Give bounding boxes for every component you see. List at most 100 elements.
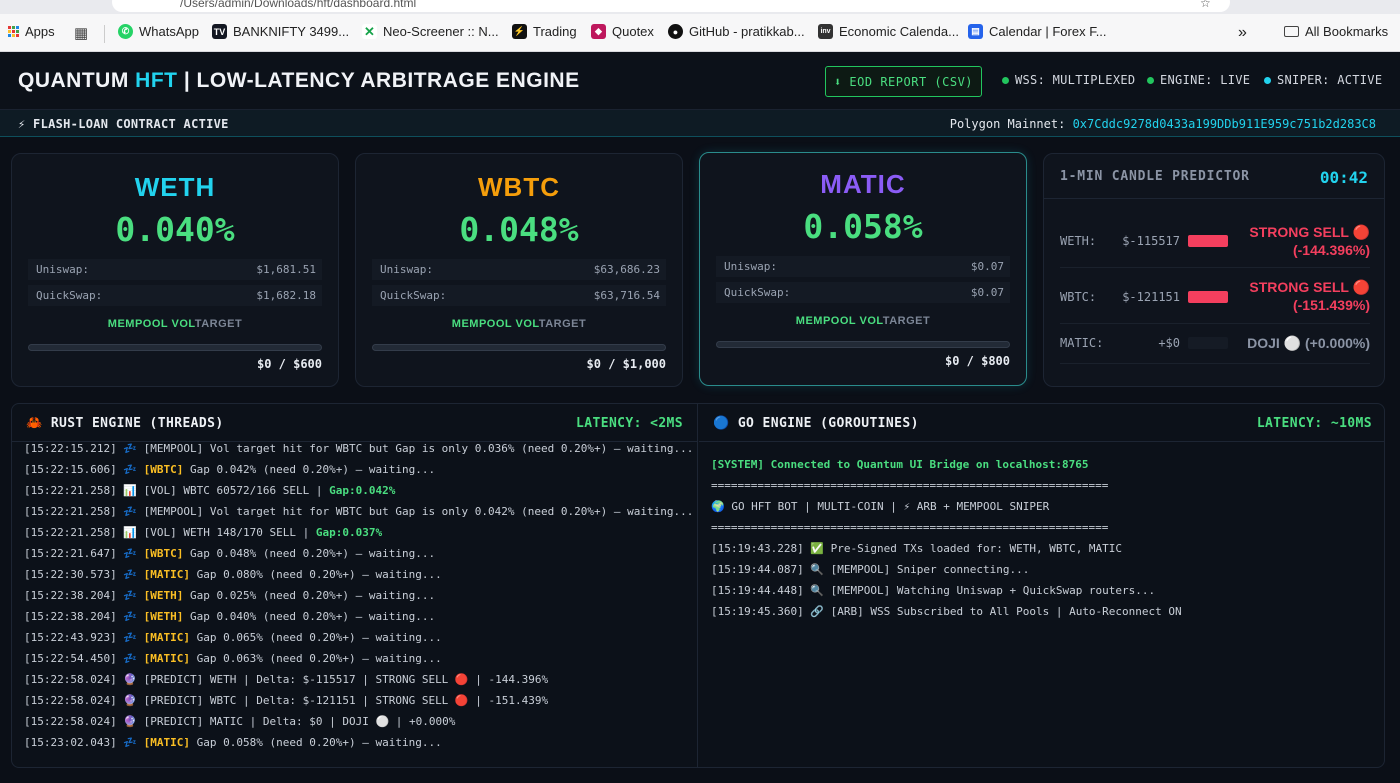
bookmarks-overflow-button[interactable]: » [1238,24,1247,42]
bookmark-label: WhatsApp [139,24,199,39]
panel-title: 🦀 RUST ENGINE (THREADS) [26,416,224,431]
quickswap-price-row: QuickSwap: $0.07 [716,282,1010,303]
eod-report-button[interactable]: ⬇ EOD REPORT (CSV) [825,66,982,97]
status-dot-icon [1264,76,1271,84]
quotex-icon: ◆ [591,24,606,39]
status-dot-icon [1147,76,1154,84]
rust-engine-panel: 🦀 RUST ENGINE (THREADS) LATENCY: <2MS [1… [12,404,698,767]
coin-name: WBTC [478,172,560,202]
page-title: QUANTUM HFT | LOW-LATENCY ARBITRAGE ENGI… [18,69,580,93]
bookmark-label: BANKNIFTY 3499... [233,24,350,39]
latency-label: LATENCY: <2MS [576,416,683,431]
log-line-rule: ========================================… [711,521,1109,534]
folder-icon [1284,26,1299,37]
subtitle: | LOW-LATENCY ARBITRAGE ENGINE [183,69,580,92]
bookmark-label: Economic Calenda... [839,24,959,39]
bookmark-banknifty[interactable]: TV BANKNIFTY 3499... [212,24,349,39]
predictor-timer: 00:42 [1319,168,1368,187]
bookmark-label: Apps [25,24,55,39]
panel-header: 🦀 RUST ENGINE (THREADS) LATENCY: <2MS [12,404,697,442]
bookmark-label: Calendar | Forex F... [989,24,1107,39]
whatsapp-icon: ✆ [118,24,133,39]
bookmark-whatsapp[interactable]: ✆ WhatsApp [118,24,199,39]
grid-icon[interactable]: ▦ [74,24,88,42]
quickswap-price-row: QuickSwap: $63,716.54 [372,285,666,306]
brand-accent: HFT [135,69,178,92]
delta-value: +$0 [1158,336,1180,350]
signal-text: STRONG SELL 🔴 (-144.396%) [1249,224,1370,258]
signal-text: STRONG SELL 🔴 (-151.439%) [1249,279,1370,313]
spread-percent: 0.058% [803,207,923,246]
bookmark-forex-calendar[interactable]: ▤ Calendar | Forex F... [968,24,1107,39]
mempool-progress-bar [716,341,1010,348]
divider [104,25,105,43]
log-line: [15:19:44.448] 🔍 [MEMPOOL] Watching Unis… [711,584,1156,597]
bookmark-neo-screener[interactable]: ✕ Neo-Screener :: N... [362,24,499,39]
all-bookmarks-label: All Bookmarks [1305,24,1389,39]
predictor-title: 1-MIN CANDLE PREDICTOR [1060,169,1250,184]
x-icon: ✕ [362,24,377,39]
uniswap-price-row: Uniswap: $63,686.23 [372,259,666,280]
all-bookmarks-button[interactable]: All Bookmarks [1284,24,1388,39]
log-line: [15:22:58.024] 🔮 [PREDICT] WETH | Delta:… [24,673,549,686]
coin-card-weth: WETH 0.040% Uniswap: $1,681.51 QuickSwap:… [11,153,339,387]
star-icon[interactable]: ☆ [1200,0,1211,10]
network-label: Polygon Mainnet: [949,117,1066,131]
signal-text: DOJI ⚪ (+0.000%) [1247,335,1370,351]
log-line-banner: 🌍 GO HFT BOT | MULTI-COIN | ⚡ ARB + MEMP… [711,500,1050,513]
predictor-row-wbtc: WBTC: $-121151 STRONG SELL 🔴 (-151.439%) [1060,270,1370,324]
log-line: [15:22:38.204] 💤 [WETH] Gap 0.025% (need… [24,589,436,602]
browser-address-bar[interactable]: /Users/admin/Downloads/hft/dashboard.htm… [0,0,1400,14]
bookmark-label: Quotex [612,24,654,39]
log-line: [15:22:15.212] 💤 [MEMPOOL] Vol target hi… [24,442,691,455]
quickswap-price-row: QuickSwap: $1,682.18 [28,285,322,306]
bookmark-label: GitHub - pratikkab... [689,24,805,39]
mempool-vol-label: MEMPOOL VOLTARGET [107,318,243,330]
uniswap-price-row: Uniswap: $1,681.51 [28,259,322,280]
bookmarks-bar: Apps ▦ ✆ WhatsApp TV BANKNIFTY 3499... ✕ Ne… [0,14,1400,52]
flash-loan-status: ⚡ FLASH-LOAN CONTRACT ACTIVE [18,117,229,131]
latency-label: LATENCY: ~10MS [1256,416,1372,431]
mempool-progress-bar [28,344,322,351]
calendar-icon: ▤ [968,24,983,39]
mempool-vol-label: MEMPOOL VOLTARGET [795,315,931,327]
status-dot-icon [1002,76,1009,84]
delta-value: $-121151 [1122,290,1180,304]
log-line-system: [SYSTEM] Connected to Quantum UI Bridge … [711,458,1089,471]
url-text[interactable]: /Users/admin/Downloads/hft/dashboard.htm… [180,0,416,10]
panel-header: 🔵 GO ENGINE (GOROUTINES) LATENCY: ~10MS [699,404,1384,442]
coin-card-matic: MATIC 0.058% Uniswap: $0.07 QuickSwap: $0.… [699,152,1027,386]
log-line: [15:23:02.043] 💤 [MATIC] Gap 0.058% (nee… [24,736,442,749]
bookmark-github[interactable]: ● GitHub - pratikkab... [668,24,805,39]
divider [1044,198,1384,199]
go-engine-panel: 🔵 GO ENGINE (GOROUTINES) LATENCY: ~10MS … [699,404,1384,767]
signal-bar [1188,291,1228,303]
uniswap-price-row: Uniswap: $0.07 [716,256,1010,277]
bookmark-economic-calendar[interactable]: inv Economic Calenda... [818,24,959,39]
bookmark-quotex[interactable]: ◆ Quotex [591,24,654,39]
log-line: [15:22:21.647] 💤 [WBTC] Gap 0.048% (need… [24,547,436,560]
status-wss: WSS: MULTIPLEXED [1002,73,1135,87]
address-link[interactable]: 0x7Cddc9278d0433a199DDb911E959c751b2d283… [1073,117,1376,131]
mempool-vol-label: MEMPOOL VOLTARGET [451,318,587,330]
log-line: [15:22:21.258] 💤 [MEMPOOL] Vol target hi… [24,505,691,518]
coin-label: WETH: [1060,234,1097,248]
app-header: QUANTUM HFT | LOW-LATENCY ARBITRAGE ENGI… [0,52,1400,110]
log-line-rule: ========================================… [711,479,1109,492]
log-line: [15:22:58.024] 🔮 [PREDICT] WBTC | Delta:… [24,694,549,707]
predictor-row-weth: WETH: $-115517 STRONG SELL 🔴 (-144.396%) [1060,216,1370,268]
coin-label: WBTC: [1060,290,1097,304]
signal-bar [1188,337,1228,349]
status-engine: ENGINE: LIVE [1147,73,1250,87]
bookmark-apps[interactable]: Apps [8,24,55,39]
mempool-target-value: $0 / $600 [256,357,322,371]
log-list[interactable]: [SYSTEM] Connected to Quantum UI Bridge … [711,454,1380,767]
flash-loan-bar: ⚡ FLASH-LOAN CONTRACT ACTIVE Polygon Mai… [0,110,1400,137]
log-list[interactable]: [15:22:15.212] 💤 [MEMPOOL] Vol target hi… [24,438,691,767]
coin-label: MATIC: [1060,336,1104,350]
log-line: [15:22:15.606] 💤 [WBTC] Gap 0.042% (need… [24,463,436,476]
bookmark-trading[interactable]: ⚡ Trading [512,24,577,39]
spread-percent: 0.040% [115,210,235,249]
tradingview-icon: TV [212,24,227,39]
bookmark-label: Trading [533,24,577,39]
